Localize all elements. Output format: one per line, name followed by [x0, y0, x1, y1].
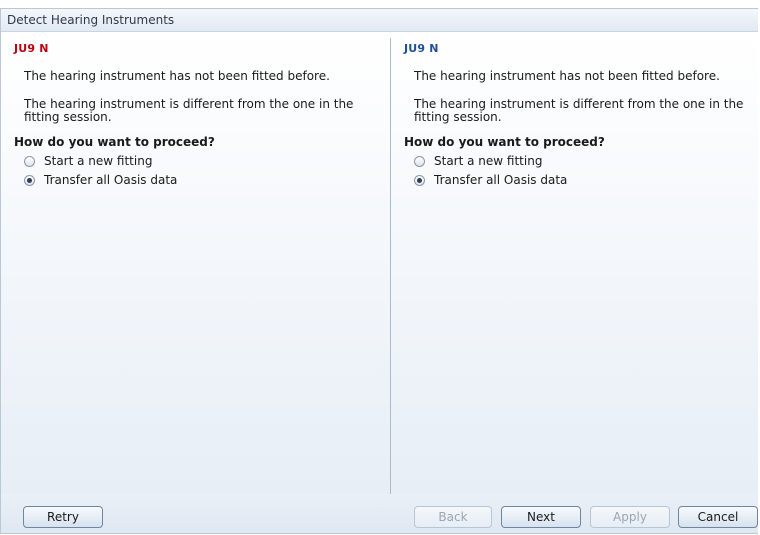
right-option-label: Start a new fitting — [434, 154, 543, 168]
retry-button[interactable]: Retry — [23, 506, 103, 528]
apply-button[interactable]: Apply — [590, 506, 670, 528]
left-option-label: Start a new fitting — [44, 154, 153, 168]
left-radio-start-new-fitting[interactable] — [24, 155, 35, 167]
next-button[interactable]: Next — [501, 506, 581, 528]
left-question: How do you want to proceed? — [14, 135, 215, 149]
right-message-different: The hearing instrument is different from… — [414, 97, 744, 124]
back-button[interactable]: Back — [414, 506, 492, 528]
right-question: How do you want to proceed? — [404, 135, 605, 149]
right-option-transfer-oasis-data[interactable]: Transfer all Oasis data — [414, 173, 567, 187]
left-device-name: JU9 N — [14, 42, 49, 55]
cancel-button[interactable]: Cancel — [678, 506, 758, 528]
left-radio-transfer-oasis-data[interactable] — [24, 174, 35, 186]
right-option-label: Transfer all Oasis data — [434, 173, 568, 187]
window-title: Detect Hearing Instruments — [1, 9, 758, 32]
right-message-not-fitted: The hearing instrument has not been fitt… — [414, 69, 720, 83]
button-bar: Retry Back Next Apply Cancel — [1, 494, 758, 533]
left-instrument-panel: JU9 N The hearing instrument has not bee… — [1, 32, 390, 494]
left-option-transfer-oasis-data[interactable]: Transfer all Oasis data — [24, 173, 177, 187]
detect-hearing-instruments-dialog: Detect Hearing Instruments JU9 N The hea… — [0, 8, 758, 534]
left-option-label: Transfer all Oasis data — [44, 173, 178, 187]
right-option-start-new-fitting[interactable]: Start a new fitting — [414, 154, 542, 168]
right-instrument-panel: JU9 N The hearing instrument has not bee… — [391, 32, 758, 494]
content-area: JU9 N The hearing instrument has not bee… — [1, 32, 758, 496]
left-message-different: The hearing instrument is different from… — [24, 97, 354, 124]
left-option-start-new-fitting[interactable]: Start a new fitting — [24, 154, 152, 168]
right-radio-transfer-oasis-data[interactable] — [414, 174, 425, 186]
left-message-not-fitted: The hearing instrument has not been fitt… — [24, 69, 330, 83]
right-radio-start-new-fitting[interactable] — [414, 155, 425, 167]
right-device-name: JU9 N — [404, 42, 439, 55]
